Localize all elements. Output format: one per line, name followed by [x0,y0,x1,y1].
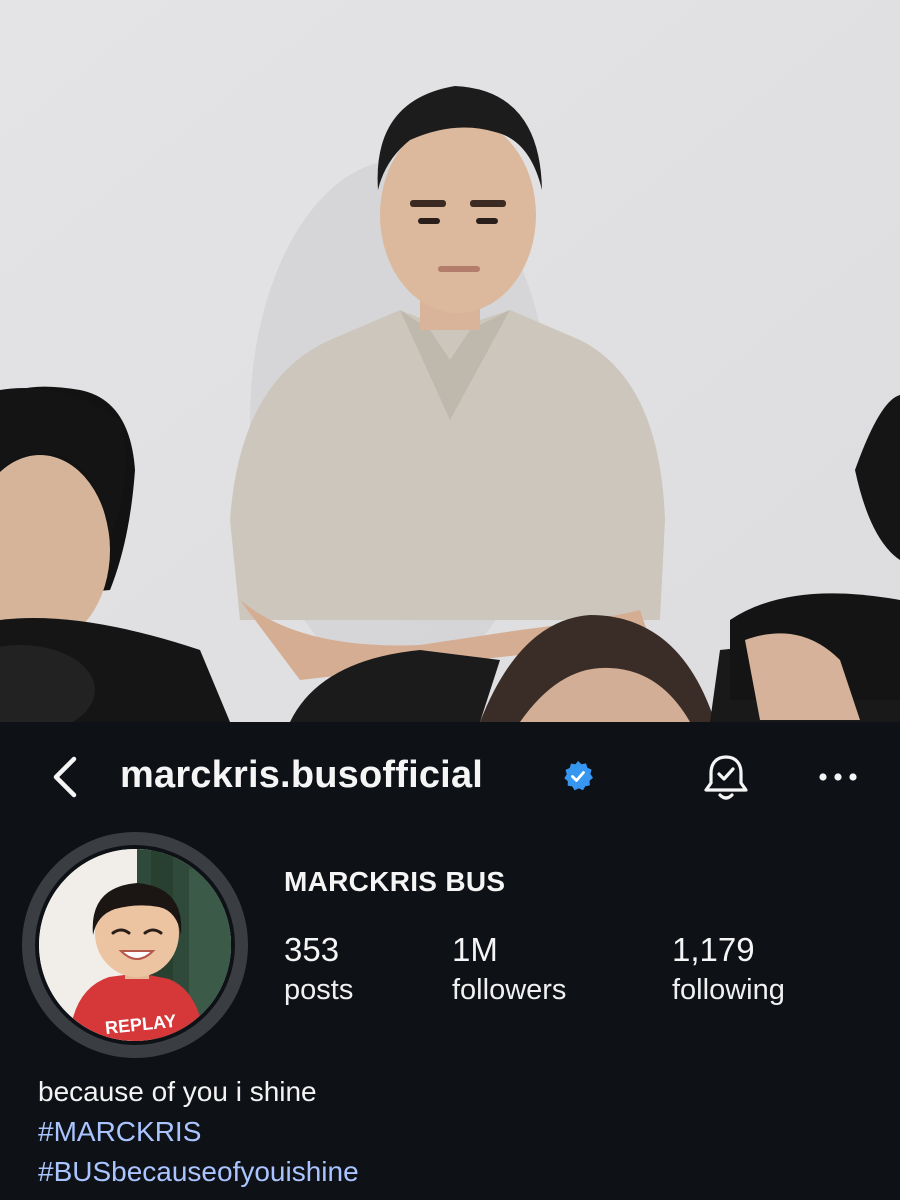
posts-value: 353 [284,931,340,968]
more-horizontal-icon [819,773,857,781]
bell-check-icon [704,755,748,800]
following-count[interactable]: 1,179 following [672,930,785,1010]
posts-label: posts [284,974,354,1006]
avatar-photo: REPLAY [35,845,235,1045]
chevron-left-icon [53,756,77,798]
hashtag-link[interactable]: #MARCKRIS [38,1112,878,1152]
username-title: marckris.busofficial [120,754,484,796]
hashtag-link[interactable]: #BUSbecauseofyouishine [38,1152,878,1192]
followers-value: 1M [452,931,498,968]
profile-header: marckris.busofficial [0,722,900,832]
profile-bio: because of you i shine #MARCKRIS #BUSbec… [38,1072,878,1192]
verified-badge-icon [564,761,593,791]
display-name: MARCKRIS BUS [284,866,506,897]
cover-photo [0,0,900,722]
followers-count[interactable]: 1M followers [452,930,566,1010]
following-value: 1,179 [672,931,755,968]
following-label: following [672,974,785,1006]
bio-text: because of you i shine [38,1076,317,1107]
profile-avatar[interactable]: REPLAY [22,832,248,1058]
more-options-button[interactable] [808,752,868,802]
notifications-button[interactable] [698,750,754,806]
back-button[interactable] [36,752,92,802]
followers-label: followers [452,974,567,1006]
posts-count[interactable]: 353 posts [284,930,353,1010]
